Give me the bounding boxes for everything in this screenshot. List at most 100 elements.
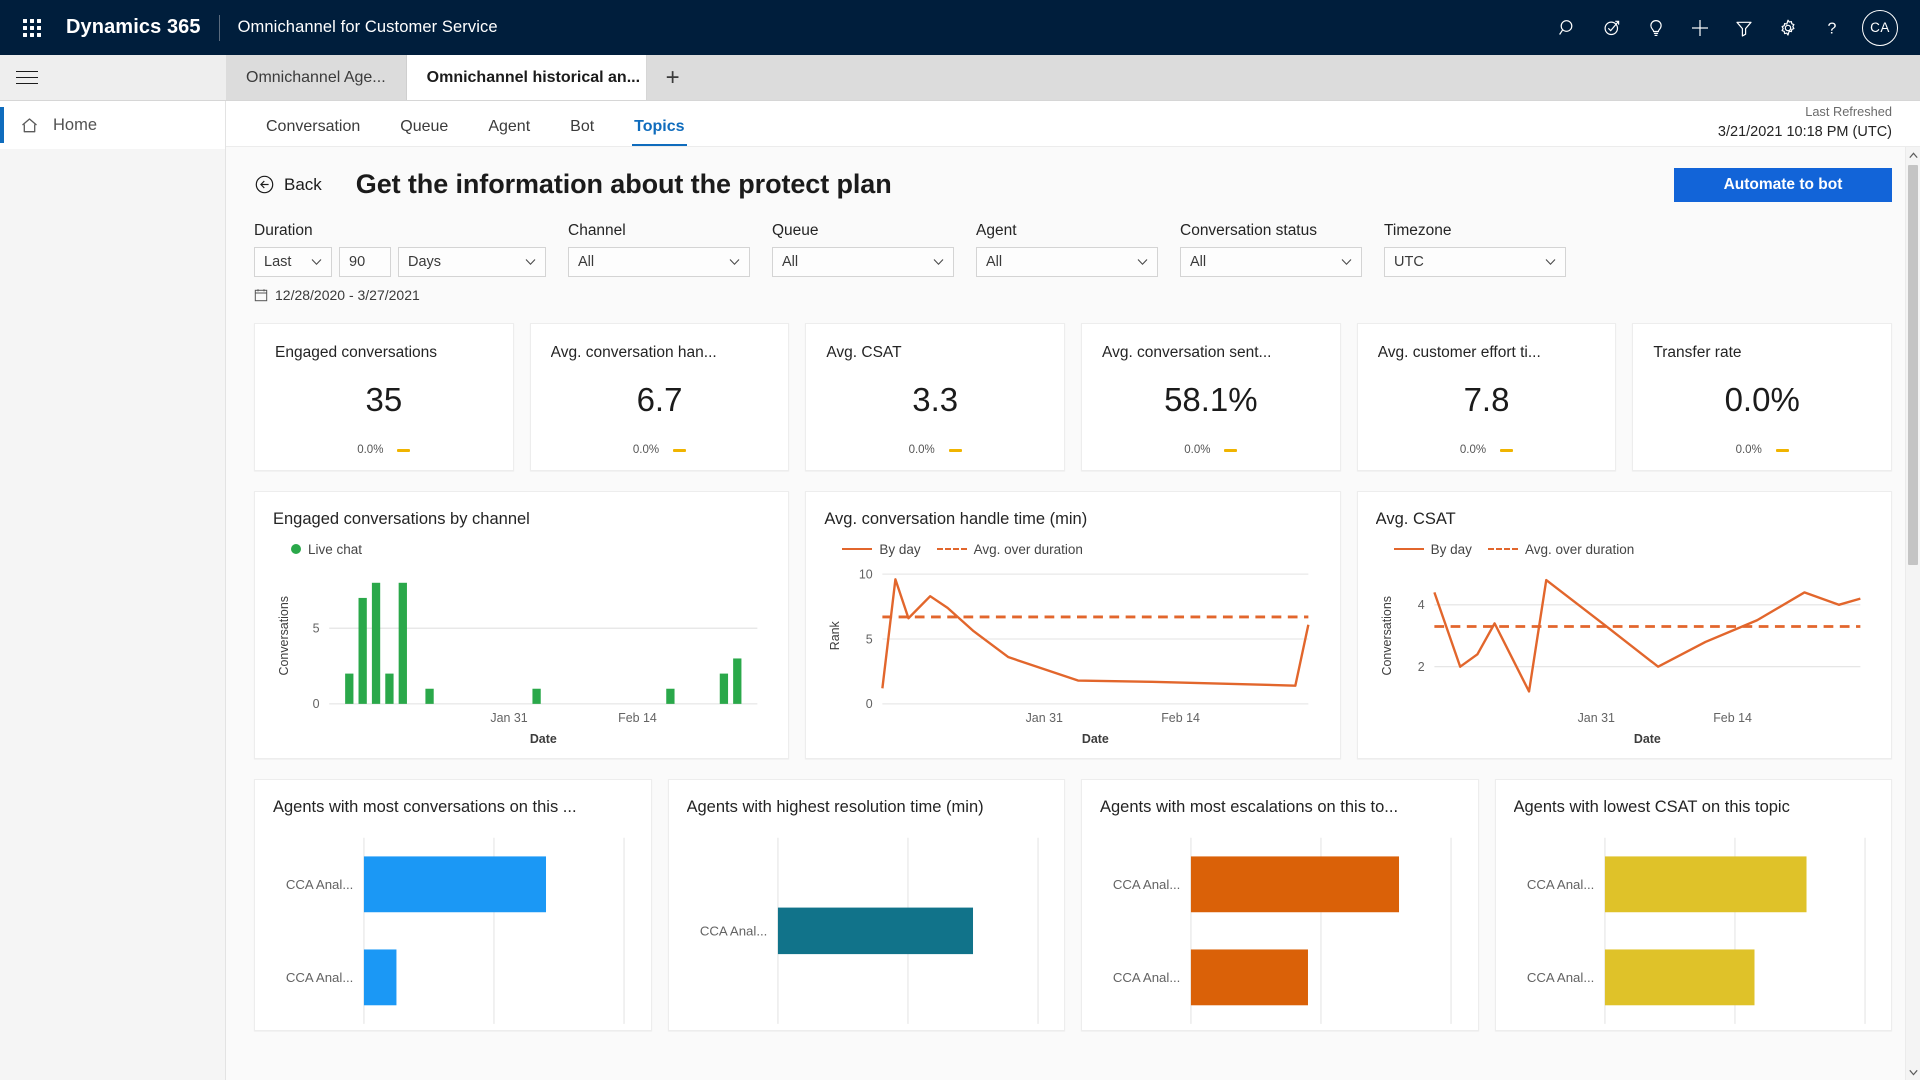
kpi-delta: 0.0%	[1735, 444, 1762, 456]
add-tab-button[interactable]: +	[646, 55, 699, 100]
sidebar-toggle-button[interactable]	[0, 55, 226, 100]
duration-amount-input[interactable]: 90	[339, 247, 391, 277]
agent-value: All	[986, 254, 1003, 270]
chart-card-engaged-conversations-by-channel[interactable]: Engaged conversations by channel Live ch…	[254, 491, 790, 759]
last-refreshed-time: 3/21/2021 10:18 PM (UTC)	[1717, 123, 1892, 140]
legend-label: Avg. over duration	[973, 541, 1083, 557]
svg-text:Feb 14: Feb 14	[618, 711, 657, 725]
svg-text:Feb 14: Feb 14	[1162, 711, 1201, 725]
channel-value: All	[578, 254, 595, 270]
chart-legend: By day Avg. over duration	[1393, 539, 1873, 559]
filter-icon[interactable]	[1722, 6, 1766, 50]
svg-text:Date: Date	[530, 732, 557, 746]
duration-controls: Last 90 Days	[254, 247, 546, 277]
kpi-card-engaged-conversations[interactable]: Engaged conversations 35 0.0%	[254, 323, 514, 471]
plot-agents-lowest-csat: CCA Anal... CCA Anal...	[1514, 823, 1874, 1034]
kpi-value: 58.1%	[1164, 381, 1258, 418]
kpi-card-avg-csat[interactable]: Avg. CSAT 3.3 0.0%	[805, 323, 1066, 471]
trend-flat-icon	[1224, 448, 1238, 452]
chevron-down-icon	[1545, 258, 1556, 266]
legend-item-by-day[interactable]: By day	[1393, 541, 1472, 557]
tab-queue[interactable]: Queue	[388, 118, 460, 146]
svg-text:Feb 14: Feb 14	[1713, 711, 1752, 725]
chart-card-agents-highest-resolution-time[interactable]: Agents with highest resolution time (min…	[667, 779, 1065, 1034]
back-button[interactable]: Back	[254, 174, 322, 195]
plot-avg-handle-time: 0 5 10 Jan 31 Feb 14 Date Rank	[824, 559, 1321, 751]
filter-conversation-status: Conversation status All	[1180, 222, 1362, 277]
chart-card-agents-most-conversations[interactable]: Agents with most conversations on this .…	[254, 779, 652, 1031]
session-tab-omnichannel-agent[interactable]: Omnichannel Age...	[226, 55, 407, 100]
gear-icon[interactable]	[1766, 6, 1810, 50]
help-icon[interactable]: ?	[1810, 6, 1854, 50]
conversation-status-select[interactable]: All	[1180, 247, 1362, 277]
timezone-select[interactable]: UTC	[1384, 247, 1566, 277]
assistant-check-icon[interactable]	[1590, 6, 1634, 50]
tab-conversation[interactable]: Conversation	[254, 118, 372, 146]
svg-text:CCA Anal...: CCA Anal...	[286, 877, 354, 892]
body-wrapper: Home Conversation Queue Agent Bot Topics…	[0, 101, 1920, 1080]
chart-card-avg-conversation-handle-time[interactable]: Avg. conversation handle time (min) By d…	[805, 491, 1341, 759]
scroll-up-arrow-icon[interactable]	[1906, 147, 1920, 163]
kpi-card-row: Engaged conversations 35 0.0% Avg. conve…	[254, 323, 1893, 471]
chart-card-avg-csat[interactable]: Avg. CSAT By day Avg. over duration 2 4 …	[1356, 491, 1892, 759]
chart-card-agents-most-escalations[interactable]: Agents with most escalations on this to.…	[1081, 779, 1479, 1031]
chart-title: Agents with highest resolution time (min…	[686, 798, 984, 816]
kpi-footer: 0.0%	[1653, 444, 1871, 456]
legend-item-live-chat[interactable]: Live chat	[291, 542, 362, 557]
dashboard-content: Back Get the information about the prote…	[226, 147, 1920, 1031]
filter-timezone: Timezone UTC	[1384, 222, 1566, 277]
channel-select[interactable]: All	[568, 247, 750, 277]
session-tab-omnichannel-historical[interactable]: Omnichannel historical an... ✕	[406, 55, 669, 100]
kpi-title: Avg. conversation sent...	[1102, 344, 1272, 361]
kpi-card-transfer-rate[interactable]: Transfer rate 0.0% 0.0%	[1632, 323, 1893, 471]
top-navigation-bar: Dynamics 365 Omnichannel for Customer Se…	[0, 0, 1920, 55]
chart-card-agents-lowest-csat[interactable]: Agents with lowest CSAT on this topic CC…	[1494, 779, 1892, 1034]
kpi-title: Avg. conversation han...	[550, 344, 717, 361]
automate-to-bot-button[interactable]: Automate to bot	[1674, 167, 1892, 202]
tab-bot[interactable]: Bot	[558, 118, 606, 146]
svg-text:CCA Anal...: CCA Anal...	[286, 970, 354, 985]
plot-agents-highest-resolution: CCA Anal...	[687, 823, 1047, 1034]
legend-label: By day	[879, 541, 921, 557]
tab-agent[interactable]: Agent	[476, 118, 542, 146]
agent-select[interactable]: All	[976, 247, 1158, 277]
svg-text:CCA Anal...: CCA Anal...	[1526, 970, 1594, 985]
chevron-down-icon	[729, 258, 740, 266]
filter-bar: Duration Last 90 Days Channel All Queue …	[254, 222, 1892, 277]
svg-text:Date: Date	[1082, 732, 1109, 746]
legend-item-by-day[interactable]: By day	[842, 541, 921, 557]
hamburger-icon	[16, 66, 38, 89]
date-range-display: 12/28/2020 - 3/27/2021	[254, 287, 1892, 303]
legend-line-icon	[1393, 547, 1424, 551]
home-icon	[20, 116, 39, 135]
sidebar-item-home[interactable]: Home	[0, 101, 225, 149]
duration-unit-select[interactable]: Days	[398, 247, 546, 277]
kpi-card-avg-customer-effort-time[interactable]: Avg. customer effort ti... 7.8 0.0%	[1356, 323, 1617, 471]
duration-amount-value: 90	[349, 254, 366, 270]
legend-item-avg-over-duration[interactable]: Avg. over duration	[936, 541, 1083, 557]
svg-text:CCA Anal...: CCA Anal...	[1526, 877, 1594, 892]
brand-title[interactable]: Dynamics 365	[66, 16, 201, 39]
kpi-footer: 0.0%	[551, 444, 769, 456]
duration-mode-select[interactable]: Last	[254, 247, 332, 277]
filter-label: Agent	[976, 222, 1017, 239]
plot-engaged-conversations: 0 5 Jan 31 Feb 14 Date Conversations	[273, 559, 770, 751]
scroll-down-arrow-icon[interactable]	[1906, 1064, 1920, 1080]
vertical-scrollbar[interactable]	[1905, 147, 1920, 1080]
kpi-value: 35	[365, 381, 403, 418]
legend-item-avg-over-duration[interactable]: Avg. over duration	[1487, 542, 1634, 557]
avatar[interactable]: CA	[1862, 9, 1898, 46]
chart-title: Agents with most conversations on this .…	[273, 798, 577, 816]
search-icon[interactable]	[1546, 6, 1590, 50]
filter-queue: Queue All	[772, 222, 954, 277]
kpi-card-avg-conversation-sentiment[interactable]: Avg. conversation sent... 58.1% 0.0%	[1081, 323, 1341, 471]
scrollbar-thumb[interactable]	[1908, 165, 1918, 565]
queue-select[interactable]: All	[772, 247, 954, 277]
tab-topics[interactable]: Topics	[622, 118, 696, 146]
legend-label: By day	[1430, 541, 1472, 557]
plus-icon[interactable]	[1678, 6, 1722, 50]
lightbulb-icon[interactable]	[1634, 6, 1678, 50]
kpi-card-avg-conversation-handle-time[interactable]: Avg. conversation han... 6.7 0.0%	[529, 323, 790, 471]
dashboard-scroll-area: Back Get the information about the prote…	[226, 147, 1920, 1080]
app-launcher-waffle-icon[interactable]	[10, 6, 54, 50]
